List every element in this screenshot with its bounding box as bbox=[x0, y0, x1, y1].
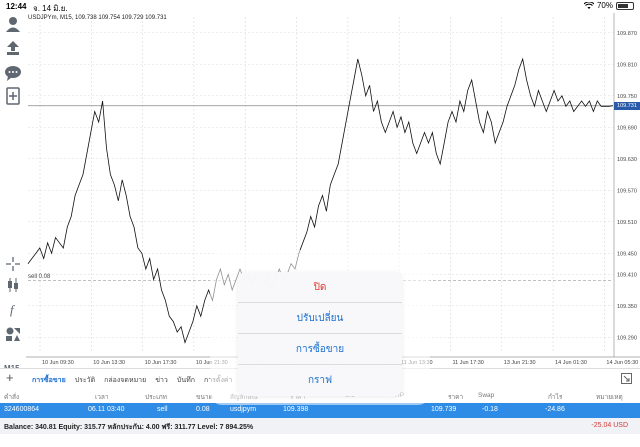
column-header-9[interactable]: Swap bbox=[478, 392, 494, 399]
y-tick-label: 109.690 bbox=[617, 125, 637, 131]
one-click-trade-icon[interactable] bbox=[4, 39, 22, 57]
current-price-tag: 109.731 bbox=[614, 101, 640, 110]
account-icon[interactable] bbox=[4, 15, 22, 33]
x-tick-label: 13 Jun 21:30 bbox=[504, 360, 536, 366]
action-sheet-item-1[interactable]: ปรับเปลี่ยน bbox=[238, 303, 402, 334]
position-swap: -0.18 bbox=[482, 406, 498, 413]
column-header-10[interactable]: กำไร bbox=[548, 392, 562, 402]
wifi-icon bbox=[583, 1, 594, 9]
battery-fill bbox=[618, 3, 628, 8]
new-order-icon[interactable] bbox=[4, 87, 22, 105]
tab-3[interactable]: ข่าว bbox=[155, 375, 168, 386]
tab-2[interactable]: กล่องจดหมาย bbox=[104, 375, 146, 386]
crosshair-icon[interactable] bbox=[4, 255, 22, 273]
y-tick-label: 109.630 bbox=[617, 157, 637, 163]
tab-0[interactable]: การซื้อขาย bbox=[32, 375, 66, 386]
battery-icon bbox=[616, 1, 634, 10]
terminal-tabs: การซื้อขายประวัติกล่องจดหมายข่าวบันทึกกา… bbox=[32, 375, 232, 386]
objects-icon[interactable] bbox=[4, 325, 22, 343]
status-time: 12:44 bbox=[6, 2, 27, 11]
y-tick-label: 109.450 bbox=[617, 251, 637, 257]
total-profit: -25.04 USD bbox=[591, 422, 628, 429]
tab-4[interactable]: บันทึก bbox=[177, 375, 195, 386]
y-tick-label: 109.570 bbox=[617, 188, 637, 194]
x-tick-label: 10 Jun 09:30 bbox=[42, 360, 74, 366]
column-header-11[interactable]: หมายเหตุ bbox=[596, 392, 623, 402]
position-symbol: usdjpym bbox=[230, 406, 257, 413]
app-root: 12:44 จ. 14 มิ.ย. 70% f 109.870 109.810 … bbox=[0, 0, 640, 447]
balance-summary: Balance: 340.81 Equity: 315.77 หลักประกั… bbox=[4, 424, 254, 431]
column-header-1[interactable]: เวลา bbox=[95, 392, 109, 402]
position-price: 109.739 bbox=[431, 406, 457, 413]
account-summary: Balance: 340.81 Equity: 315.77 หลักประกั… bbox=[0, 418, 640, 434]
add-icon[interactable]: + bbox=[6, 371, 14, 385]
action-sheet-item-2[interactable]: การซื้อขาย bbox=[238, 334, 402, 365]
x-tick-label: 10 Jun 17:30 bbox=[145, 360, 177, 366]
position-action-sheet: ปิด ปรับเปลี่ยน การซื้อขาย กราฟ bbox=[238, 272, 402, 396]
action-sheet-item-3[interactable]: กราฟ bbox=[238, 365, 402, 396]
position-row[interactable]: 324600864 06.11 03:40 sell 0.08 usdjpym … bbox=[0, 403, 640, 418]
column-header-0[interactable]: คำสั่ง bbox=[4, 392, 19, 402]
status-bar: 12:44 จ. 14 มิ.ย. 70% bbox=[0, 0, 640, 13]
indicators-icon[interactable]: f bbox=[4, 300, 22, 318]
chart-type-icon[interactable] bbox=[4, 276, 22, 294]
x-tick-label: 11 Jun 17:30 bbox=[452, 360, 483, 366]
position-size: 0.08 bbox=[196, 406, 210, 413]
y-tick-label: 109.750 bbox=[617, 94, 637, 100]
x-tick-label: 14 Jun 01:30 bbox=[555, 360, 587, 366]
y-tick-label: 109.290 bbox=[617, 335, 637, 341]
column-header-8[interactable]: ราคา bbox=[448, 392, 463, 402]
position-profit: -24.86 bbox=[545, 406, 565, 413]
y-tick-label: 109.410 bbox=[617, 272, 637, 278]
action-sheet-item-0[interactable]: ปิด bbox=[238, 272, 402, 303]
expand-panel-icon[interactable] bbox=[621, 373, 632, 384]
svg-text:f: f bbox=[10, 302, 16, 317]
battery-percent: 70% bbox=[596, 1, 613, 10]
x-tick-label: 10 Jun 13:30 bbox=[93, 360, 125, 366]
position-type: sell bbox=[157, 406, 168, 413]
chart-toolbar: f M15 bbox=[0, 13, 26, 373]
x-tick-label: 14 Jun 05:30 bbox=[606, 360, 638, 366]
chat-icon[interactable] bbox=[4, 64, 22, 82]
tab-1[interactable]: ประวัติ bbox=[75, 375, 95, 386]
y-tick-label: 109.870 bbox=[617, 31, 637, 37]
chart-symbol-info: USDJPYm, M15, 109.738 109.754 109.729 10… bbox=[28, 15, 167, 21]
position-ticket: 324600864 bbox=[4, 406, 40, 413]
column-header-2[interactable]: ประเภท bbox=[145, 392, 167, 402]
y-tick-label: 109.510 bbox=[617, 220, 637, 226]
y-tick-label: 109.810 bbox=[617, 62, 637, 68]
position-open-price: 109.398 bbox=[283, 406, 309, 413]
y-tick-label: 109.350 bbox=[617, 304, 637, 310]
sell-position-label: sell 0.08 bbox=[28, 273, 51, 280]
position-time: 06.11 03:40 bbox=[88, 406, 125, 413]
bottom-spacer bbox=[0, 434, 640, 447]
status-right: 70% bbox=[583, 1, 634, 10]
